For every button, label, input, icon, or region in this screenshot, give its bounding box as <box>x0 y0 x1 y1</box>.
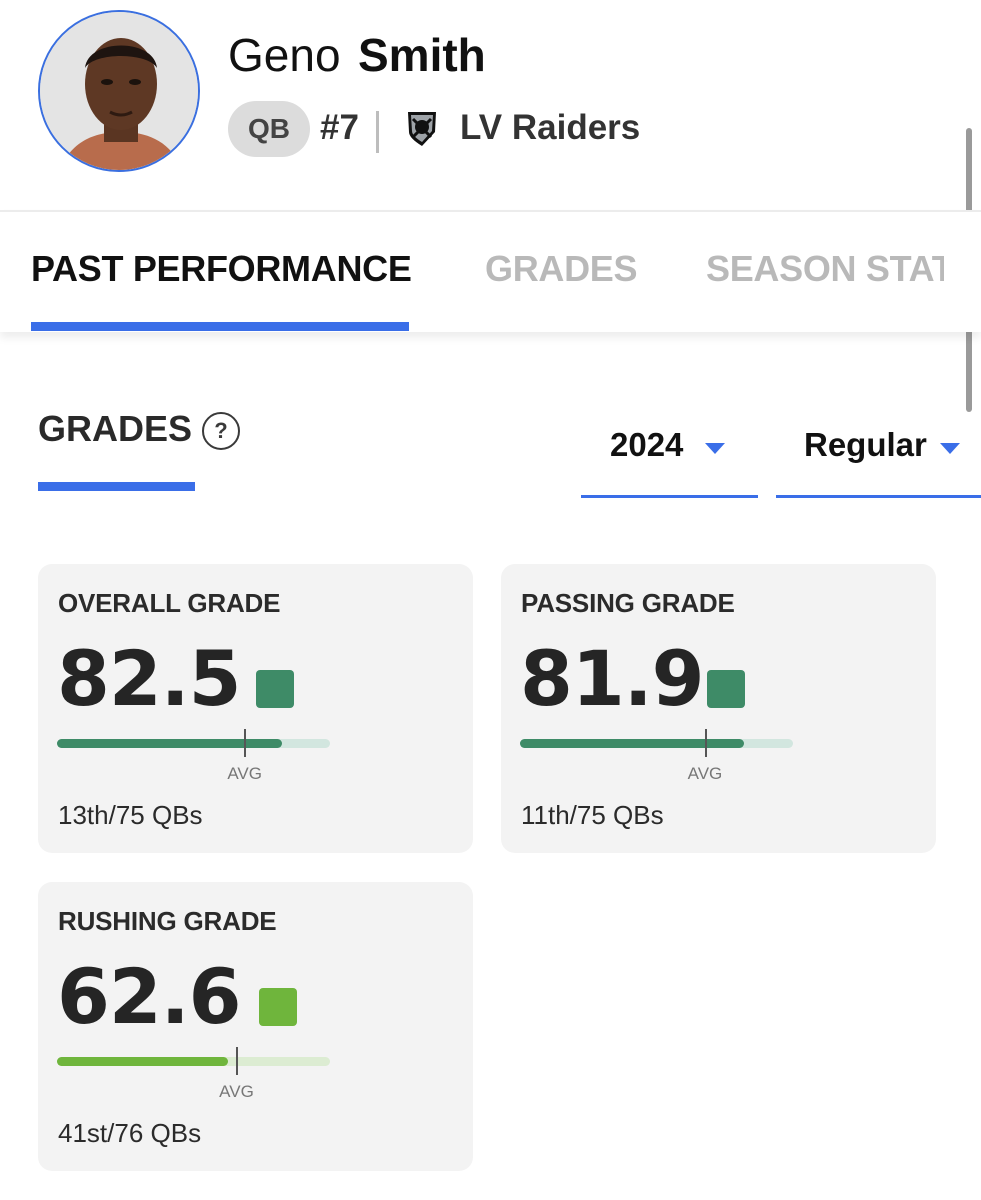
season-value: 2024 <box>610 426 684 463</box>
chevron-down-icon <box>940 443 960 454</box>
avg-marker <box>244 729 247 757</box>
avg-label: AVG <box>227 764 262 783</box>
position-badge: QB <box>228 101 310 157</box>
season-dropdown[interactable]: 2024 <box>581 420 758 498</box>
tab-bar: PAST PERFORMANCE GRADES SEASON STAT <box>0 210 981 332</box>
grade-score: 82.5 <box>57 634 242 723</box>
grade-bar-fill <box>520 739 744 748</box>
tab-season-stats[interactable]: SEASON STAT <box>706 248 944 290</box>
raiders-shield-icon <box>408 112 436 146</box>
grade-rank: 41st/76 QBs <box>58 1118 202 1148</box>
season-type-value: Regular <box>804 426 927 463</box>
grade-rank: 13th/75 QBs <box>58 800 203 830</box>
passing-grade-card: PASSING GRADE 81.9 AVG 11th/75 QBs <box>501 564 936 853</box>
player-page: Geno Smith QB #7 LV Raiders PAST PERFORM… <box>0 0 981 1200</box>
tab-grades[interactable]: GRADES <box>485 248 637 290</box>
player-last-name: Smith <box>358 29 486 81</box>
grade-bar-track <box>57 739 330 748</box>
tab-past-performance[interactable]: PAST PERFORMANCE <box>31 248 412 290</box>
grade-color-indicator <box>259 988 297 1026</box>
jersey-number: #7 <box>320 108 359 147</box>
player-first-name: Geno <box>228 29 341 81</box>
team-name[interactable]: LV Raiders <box>460 108 640 148</box>
grade-bar-track <box>520 739 793 748</box>
section-underline <box>38 482 195 491</box>
season-type-dropdown[interactable]: Regular <box>776 420 981 498</box>
grade-color-indicator <box>707 670 745 708</box>
grade-bar-track <box>57 1057 330 1066</box>
card-label: OVERALL GRADE <box>58 588 281 618</box>
avg-marker <box>704 729 707 757</box>
avg-marker <box>236 1047 239 1075</box>
avg-label: AVG <box>219 1082 254 1101</box>
overall-grade-card: OVERALL GRADE 82.5 AVG 13th/75 QBs <box>38 564 473 853</box>
player-avatar <box>38 10 200 172</box>
section-title: GRADES <box>38 408 193 449</box>
help-icon[interactable]: ? <box>202 412 240 450</box>
header-divider <box>376 111 379 153</box>
chevron-down-icon <box>705 443 725 454</box>
grade-score: 62.6 <box>57 952 242 1041</box>
grade-bar-fill <box>57 739 283 748</box>
grade-color-indicator <box>256 670 294 708</box>
card-label: PASSING GRADE <box>521 588 735 618</box>
avg-label: AVG <box>687 764 723 783</box>
card-label: RUSHING GRADE <box>58 906 277 936</box>
grade-score: 81.9 <box>520 634 705 723</box>
active-tab-indicator <box>31 322 409 331</box>
rushing-grade-card: RUSHING GRADE 62.6 AVG 41st/76 QBs <box>38 882 473 1171</box>
grade-rank: 11th/75 QBs <box>521 800 664 830</box>
grade-bar-fill <box>57 1057 228 1066</box>
